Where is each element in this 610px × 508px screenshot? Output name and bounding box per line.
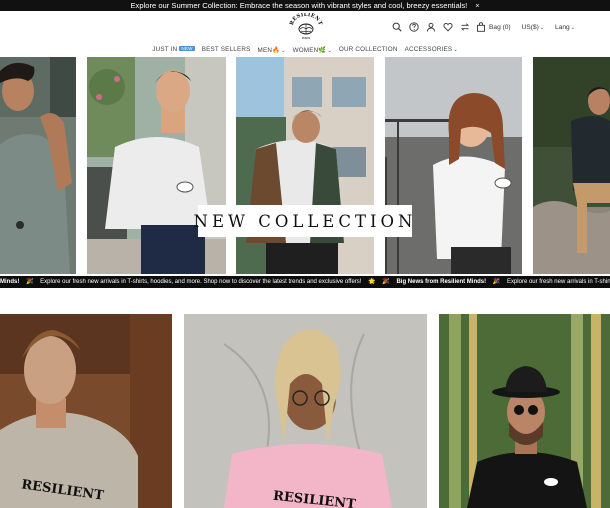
ticker-message: Explore our fresh new arrivals in T-shir… — [506, 279, 610, 285]
announcement-text: Explore our Summer Collection: Embrace t… — [130, 1, 468, 10]
new-badge: NEW — [179, 46, 195, 51]
fire-emoji: 🔥 — [272, 46, 281, 54]
nav-label: MEN — [257, 46, 273, 54]
account-icon[interactable] — [425, 21, 437, 33]
chevron-down-icon: ⌄ — [453, 47, 458, 53]
nav-label: ACCESSORIES — [404, 46, 453, 53]
main-nav: JUST IN NEW BEST SELLERS MEN🔥⌄ WOMEN🌿⌄ OU… — [0, 43, 610, 56]
chevron-down-icon: ⌄ — [327, 47, 332, 54]
chevron-down-icon: ⌄ — [539, 24, 545, 31]
ticker-emoji: 🎉 — [492, 279, 501, 285]
bag-icon — [477, 22, 485, 32]
hero-photo-2 — [87, 57, 226, 274]
site-header: RESILIENT MINDS Bag (0) US($)⌄ Lang⌄ — [0, 11, 610, 43]
currency-selector[interactable]: US($)⌄ — [522, 24, 544, 31]
language-label: Lang — [555, 23, 570, 31]
hero-banner[interactable]: NEW COLLECTION — [0, 57, 610, 274]
announcement-bar: Explore our Summer Collection: Embrace t… — [0, 0, 610, 11]
hero-photo-1 — [0, 57, 76, 274]
hero-photo-3 — [236, 57, 374, 274]
brand-logo[interactable]: RESILIENT MINDS — [289, 13, 323, 41]
leaf-emoji: 🌿 — [318, 46, 327, 54]
search-icon[interactable] — [391, 21, 403, 33]
bag-button[interactable]: Bag (0) — [476, 22, 511, 32]
svg-text:MINDS: MINDS — [302, 36, 311, 40]
ticker-message: Explore our fresh new arrivals in T-shir… — [40, 279, 362, 285]
ticker-fragment: Minds! — [0, 279, 20, 285]
product-tile-1[interactable]: RESILIENT — [0, 314, 172, 508]
hero-photo-5 — [533, 57, 610, 274]
ticker-emoji: 🎉 — [26, 279, 34, 285]
help-icon[interactable] — [408, 21, 420, 33]
hero-photo-4 — [385, 57, 522, 274]
featured-grid: RESILIENT RESILIENT — [0, 314, 610, 508]
bag-label: Bag (0) — [489, 23, 511, 31]
close-icon[interactable]: × — [475, 3, 479, 10]
language-selector[interactable]: Lang⌄ — [555, 24, 575, 31]
header-actions: Bag (0) US($)⌄ Lang⌄ — [391, 20, 575, 34]
chevron-down-icon: ⌄ — [281, 47, 286, 54]
ticker-emoji: 🎉 — [382, 279, 390, 285]
nav-item-just-in[interactable]: JUST IN NEW — [152, 46, 195, 53]
nav-label: WOMEN — [292, 46, 319, 54]
chevron-down-icon: ⌄ — [570, 24, 575, 31]
ticker-headline: Big News from Resilient Minds! — [396, 279, 487, 285]
wishlist-icon[interactable] — [442, 21, 454, 33]
nav-item-men[interactable]: MEN🔥⌄ — [258, 46, 286, 54]
nav-item-women[interactable]: WOMEN🌿⌄ — [293, 46, 332, 54]
nav-item-accessories[interactable]: ACCESSORIES⌄ — [405, 46, 458, 53]
product-tile-3[interactable] — [439, 314, 610, 508]
hero-title[interactable]: NEW COLLECTION — [194, 205, 412, 237]
nav-label: BEST SELLERS — [201, 46, 251, 53]
nav-item-best-sellers[interactable]: BEST SELLERS — [202, 46, 251, 53]
nav-item-our-collection[interactable]: OUR COLLECTION — [339, 46, 398, 53]
compare-icon[interactable] — [459, 21, 471, 33]
product-tile-2[interactable]: RESILIENT — [184, 314, 427, 508]
nav-label: OUR COLLECTION — [338, 46, 398, 53]
currency-label: US($) — [521, 23, 539, 31]
ticker-emoji: 🌟 — [368, 279, 376, 285]
announcement-ticker: Minds! 🎉 Explore our fresh new arrivals … — [0, 276, 610, 288]
nav-label: JUST IN — [152, 46, 178, 53]
